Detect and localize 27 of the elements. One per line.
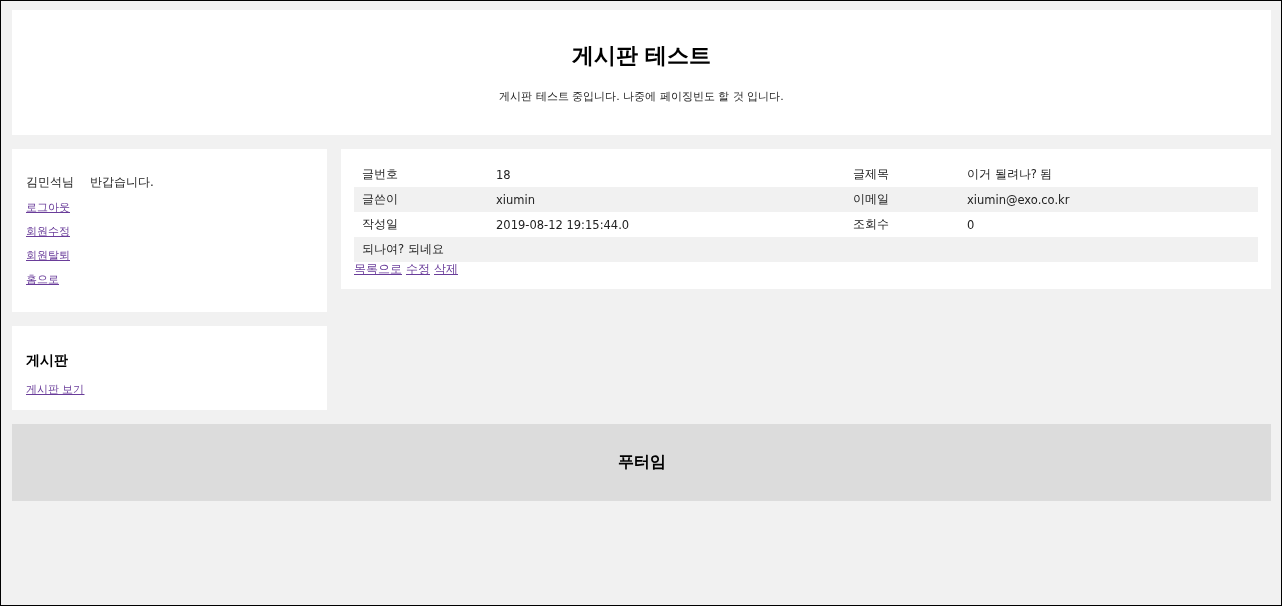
footer-title: 푸터임 xyxy=(617,452,666,473)
table-cell-text: xiumin@exo.co.kr xyxy=(966,192,1071,207)
table-cell-text: 0 xyxy=(966,217,976,232)
post-content: 되나여? 되네요 xyxy=(361,242,445,257)
page-subtitle: 게시판 테스트 중입니다. 나중에 페이징빈도 할 것 입니다. xyxy=(499,89,784,104)
nav-link[interactable]: 로그아웃 xyxy=(26,200,70,215)
table-cell-text: 이메일 xyxy=(852,192,890,207)
nav-link[interactable]: 회원탈퇴 xyxy=(26,248,70,263)
table-cell-text: 이거 될려나? 됨 xyxy=(966,167,1054,182)
table-cell-text: 2019-08-12 19:15:44.0 xyxy=(495,217,631,232)
action-link[interactable]: 수정 xyxy=(406,262,430,277)
action-link[interactable]: 삭제 xyxy=(434,262,458,277)
table-cell-text: 18 xyxy=(495,167,512,182)
table-cell-text: xiumin xyxy=(495,192,536,207)
board-link[interactable]: 게시판 보기 xyxy=(26,382,85,397)
greeting-text: 반갑습니다. xyxy=(90,174,154,191)
table-cell-text: 조회수 xyxy=(852,217,890,232)
board-heading: 게시판 xyxy=(26,352,68,370)
nav-link[interactable]: 회원수정 xyxy=(26,224,70,239)
user-name: 김민석님 xyxy=(26,174,74,191)
table-cell-text: 글번호 xyxy=(361,167,399,182)
table-cell-text: 글쓴이 xyxy=(361,192,399,207)
nav-link[interactable]: 홈으로 xyxy=(26,272,59,287)
page-title: 게시판 테스트 xyxy=(571,42,712,70)
table-cell-text: 글제목 xyxy=(852,167,890,182)
action-link[interactable]: 목록으로 xyxy=(354,262,402,277)
table-cell-text: 작성일 xyxy=(361,217,399,232)
